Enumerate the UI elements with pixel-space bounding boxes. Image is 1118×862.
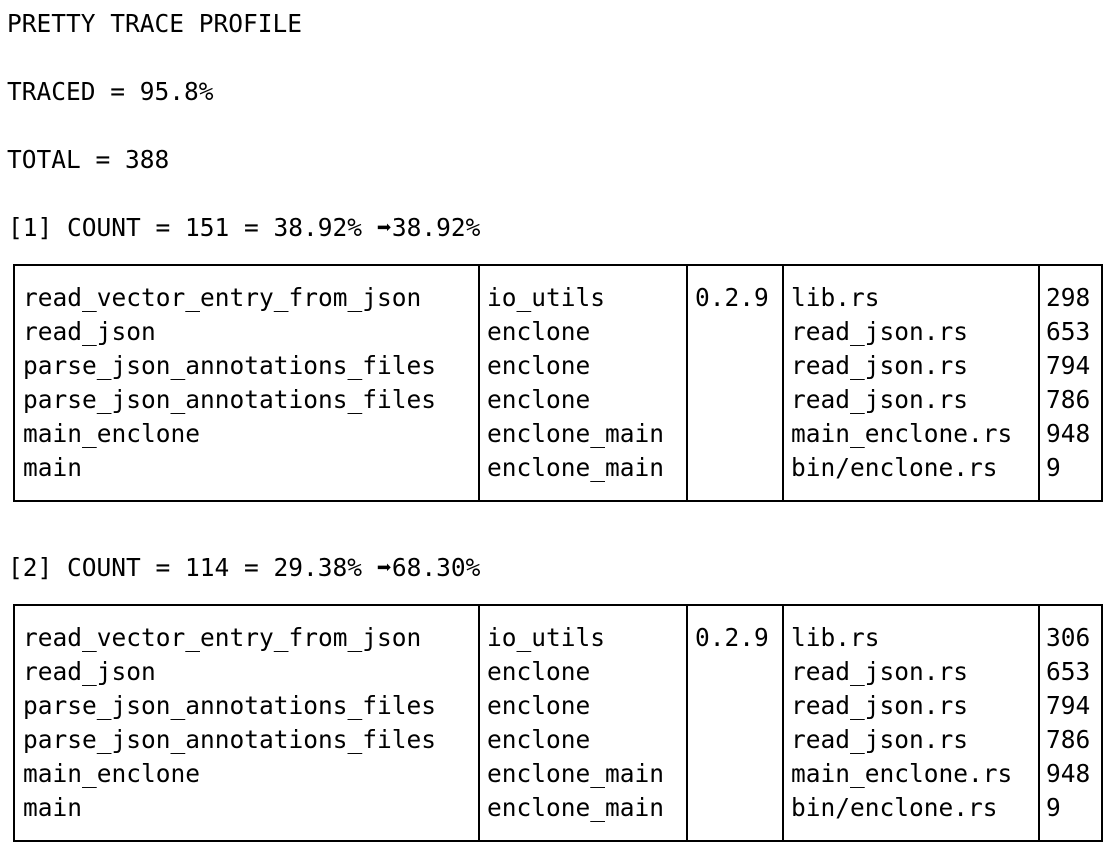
line-number-cell: 786: [1046, 725, 1091, 754]
line-number-cell: 653: [1046, 657, 1091, 686]
line-number-cell: 948: [1046, 419, 1091, 448]
right-arrow-icon: ➡: [376, 213, 392, 242]
file-cell: bin/enclone.rs: [791, 793, 998, 822]
traced-percentage: TRACED = 95.8%: [7, 77, 214, 106]
trace-header-count: [2] COUNT = 114 = 29.38%: [8, 553, 377, 582]
file-cell: bin/enclone.rs: [791, 453, 998, 482]
function-cell: read_json: [23, 657, 156, 686]
crate-cell: io_utils: [487, 283, 606, 312]
function-cell: main: [23, 793, 83, 822]
version-cell: 0.2.9: [695, 283, 769, 312]
crate-cell: enclone: [487, 691, 591, 720]
crate-cell: enclone_main: [487, 793, 665, 822]
crate-cell: enclone: [487, 725, 591, 754]
crate-cell: enclone: [487, 657, 591, 686]
trace-table: read_vector_entry_from_json io_utils 0.2…: [13, 264, 1103, 502]
file-cell: read_json.rs: [791, 725, 969, 754]
file-cell: read_json.rs: [791, 351, 969, 380]
trace-header: [1] COUNT = 151 = 38.92% ➡38.92%: [8, 213, 480, 243]
function-cell: main: [23, 453, 83, 482]
file-cell: read_json.rs: [791, 657, 969, 686]
file-cell: lib.rs: [791, 623, 880, 652]
crate-cell: io_utils: [487, 623, 606, 652]
file-cell: lib.rs: [791, 283, 880, 312]
line-number-cell: 794: [1046, 351, 1091, 380]
line-number-cell: 948: [1046, 759, 1091, 788]
function-cell: read_vector_entry_from_json: [23, 623, 422, 652]
crate-cell: enclone_main: [487, 419, 665, 448]
total-count: TOTAL = 388: [7, 145, 170, 174]
line-number-cell: 9: [1046, 453, 1061, 482]
right-arrow-icon: ➡: [376, 553, 392, 582]
trace-table: read_vector_entry_from_json io_utils 0.2…: [13, 604, 1103, 842]
function-cell: parse_json_annotations_files: [23, 351, 437, 380]
line-number-cell: 298: [1046, 283, 1091, 312]
crate-cell: enclone: [487, 317, 591, 346]
file-cell: read_json.rs: [791, 385, 969, 414]
trace-cumulative-percentage: 68.30%: [391, 553, 481, 582]
file-cell: main_enclone.rs: [791, 419, 1013, 448]
column-divider: [782, 266, 784, 500]
function-cell: main_enclone: [23, 419, 201, 448]
column-divider: [1038, 266, 1040, 500]
profile-title: PRETTY TRACE PROFILE: [7, 9, 303, 38]
crate-cell: enclone: [487, 351, 591, 380]
version-cell: 0.2.9: [695, 623, 769, 652]
line-number-cell: 306: [1046, 623, 1091, 652]
column-divider: [478, 266, 480, 500]
function-cell: main_enclone: [23, 759, 201, 788]
function-cell: parse_json_annotations_files: [23, 385, 437, 414]
file-cell: read_json.rs: [791, 317, 969, 346]
column-divider: [1038, 606, 1040, 840]
trace-header-count: [1] COUNT = 151 = 38.92%: [8, 213, 377, 242]
crate-cell: enclone_main: [487, 453, 665, 482]
trace-header: [2] COUNT = 114 = 29.38% ➡68.30%: [8, 553, 480, 583]
line-number-cell: 794: [1046, 691, 1091, 720]
line-number-cell: 9: [1046, 793, 1061, 822]
function-cell: read_json: [23, 317, 156, 346]
trace-cumulative-percentage: 38.92%: [391, 213, 481, 242]
function-cell: parse_json_annotations_files: [23, 691, 437, 720]
file-cell: main_enclone.rs: [791, 759, 1013, 788]
column-divider: [686, 266, 688, 500]
column-divider: [478, 606, 480, 840]
function-cell: read_vector_entry_from_json: [23, 283, 422, 312]
crate-cell: enclone_main: [487, 759, 665, 788]
line-number-cell: 653: [1046, 317, 1091, 346]
column-divider: [782, 606, 784, 840]
file-cell: read_json.rs: [791, 691, 969, 720]
line-number-cell: 786: [1046, 385, 1091, 414]
function-cell: parse_json_annotations_files: [23, 725, 437, 754]
crate-cell: enclone: [487, 385, 591, 414]
column-divider: [686, 606, 688, 840]
